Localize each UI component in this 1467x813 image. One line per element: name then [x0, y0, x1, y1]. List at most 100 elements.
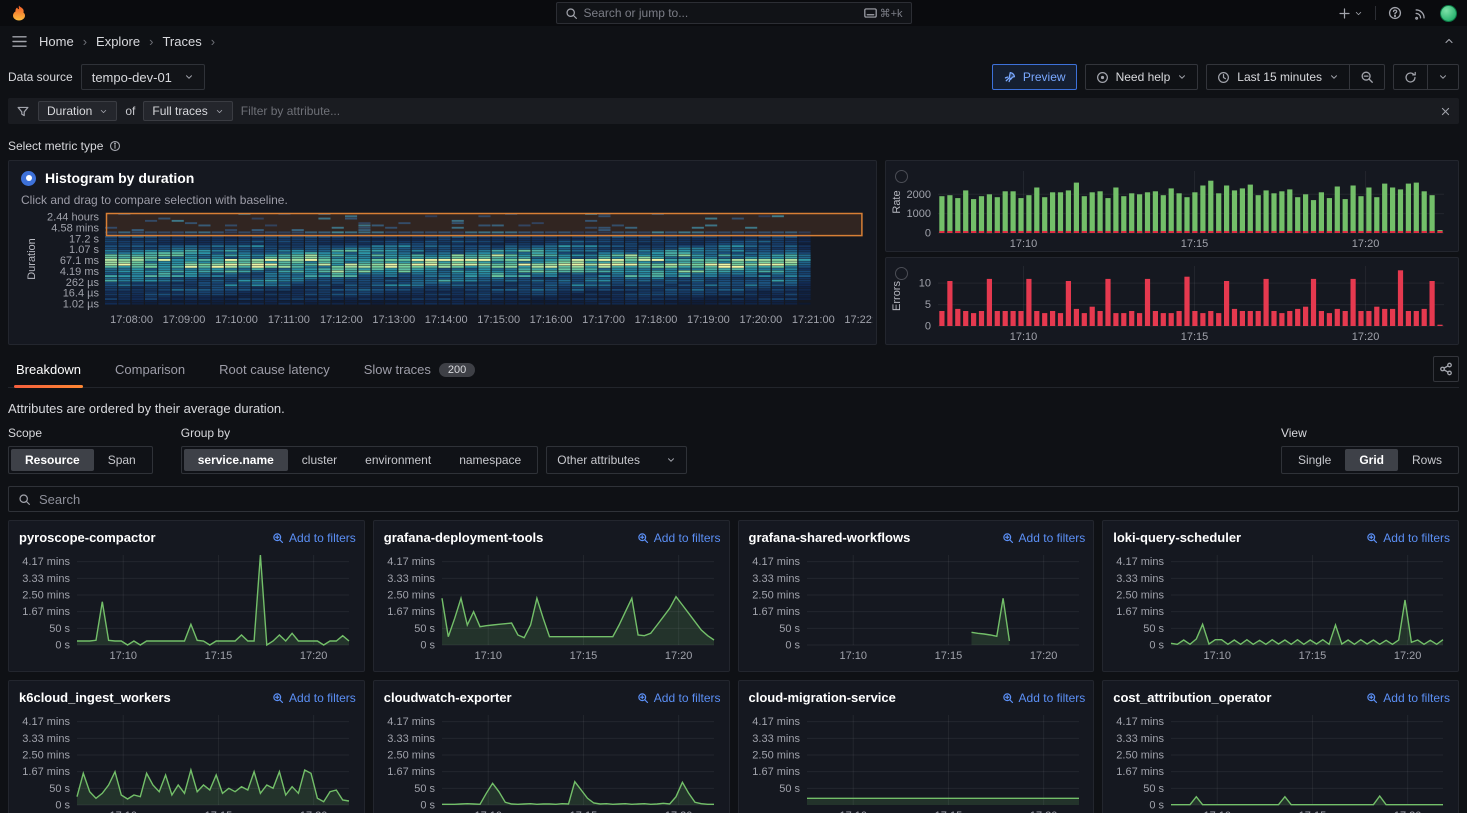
news-icon[interactable]: [1414, 6, 1428, 20]
scope-resource[interactable]: Resource: [11, 449, 94, 471]
add-to-filters-link[interactable]: Add to filters: [1366, 531, 1450, 545]
global-search-input[interactable]: [584, 6, 858, 20]
svg-text:3.33 mins: 3.33 mins: [22, 733, 70, 745]
services-grid: pyroscope-compactor Add to filters 17:10…: [8, 520, 1459, 813]
service-card: grafana-shared-workflows Add to filters …: [738, 520, 1095, 672]
share-button[interactable]: [1433, 356, 1459, 382]
tab-comparison[interactable]: Comparison: [113, 354, 187, 387]
tab-breakdown[interactable]: Breakdown: [14, 354, 83, 387]
scope-span[interactable]: Span: [94, 449, 150, 471]
service-name: cost_attribution_operator: [1113, 690, 1271, 705]
search-icon: [18, 493, 31, 506]
svg-text:17:20: 17:20: [300, 650, 328, 662]
chevron-right-icon: ›: [149, 34, 153, 49]
zoom-out-button[interactable]: [1350, 64, 1385, 90]
svg-text:17:10: 17:10: [474, 650, 502, 662]
add-to-filters-link[interactable]: Add to filters: [1366, 691, 1450, 705]
breadcrumb-traces[interactable]: Traces: [162, 34, 201, 49]
add-button[interactable]: [1338, 7, 1363, 20]
svg-text:17:10:00: 17:10:00: [215, 314, 258, 326]
datasource-select[interactable]: tempo-dev-01: [81, 64, 205, 90]
tab-slow-traces[interactable]: Slow traces200: [362, 354, 478, 387]
refresh-button[interactable]: [1393, 64, 1428, 90]
duration-select[interactable]: Duration: [38, 101, 117, 121]
preview-button[interactable]: Preview: [992, 64, 1077, 90]
other-attributes-select[interactable]: Other attributes: [546, 446, 687, 474]
svg-text:2.50 mins: 2.50 mins: [22, 750, 70, 762]
add-to-filters-link[interactable]: Add to filters: [272, 691, 356, 705]
svg-text:50 s: 50 s: [414, 783, 435, 795]
svg-text:2.50 mins: 2.50 mins: [387, 750, 435, 762]
svg-text:2.50 mins: 2.50 mins: [752, 590, 800, 602]
help-icon[interactable]: [1388, 6, 1402, 20]
top-nav: ⌘+k: [0, 0, 1467, 26]
close-icon[interactable]: [1440, 106, 1451, 117]
breakdown-search[interactable]: [8, 486, 1459, 512]
errors-radio[interactable]: [895, 267, 908, 280]
histogram-panel: Histogram by duration Click and drag to …: [8, 160, 877, 345]
add-to-filters-link[interactable]: Add to filters: [1002, 691, 1086, 705]
filter-bar: Duration of Full traces: [8, 98, 1459, 124]
breakdown-search-input[interactable]: [39, 492, 1449, 507]
svg-text:Rate: Rate: [891, 190, 903, 213]
info-icon[interactable]: [109, 140, 121, 152]
datasource-label: Data source: [8, 70, 73, 84]
full-traces-select[interactable]: Full traces: [143, 101, 232, 121]
svg-text:1.67 mins: 1.67 mins: [22, 606, 70, 618]
chevron-right-icon: ›: [83, 34, 87, 49]
svg-text:50 s: 50 s: [49, 623, 70, 635]
add-to-filters-link[interactable]: Add to filters: [637, 531, 721, 545]
user-avatar[interactable]: [1440, 5, 1457, 22]
service-card: cloudwatch-exporter Add to filters 17:10…: [373, 680, 730, 813]
collapse-chevron-up-icon[interactable]: [1443, 35, 1455, 47]
need-help-button[interactable]: Need help: [1085, 64, 1199, 90]
svg-text:3.33 mins: 3.33 mins: [1117, 573, 1165, 585]
add-to-filters-link[interactable]: Add to filters: [637, 691, 721, 705]
groupby-environment[interactable]: environment: [351, 449, 445, 471]
svg-text:0 s: 0 s: [1150, 640, 1165, 652]
duration-heatmap[interactable]: 2.44 hours4.58 mins17.2 s1.07 s67.1 ms4.…: [21, 211, 873, 329]
refresh-interval-dropdown[interactable]: [1428, 64, 1459, 90]
add-to-filters-link[interactable]: Add to filters: [1002, 531, 1086, 545]
service-card: cost_attribution_operator Add to filters…: [1102, 680, 1459, 813]
svg-text:17:08:00: 17:08:00: [110, 314, 153, 326]
svg-text:Errors: Errors: [891, 281, 903, 311]
add-to-filters-link[interactable]: Add to filters: [272, 531, 356, 545]
tab-root-cause-latency[interactable]: Root cause latency: [217, 354, 332, 387]
filter-attribute-input[interactable]: [241, 104, 1432, 118]
svg-text:3.33 mins: 3.33 mins: [752, 733, 800, 745]
view-single[interactable]: Single: [1284, 449, 1345, 471]
view-rows[interactable]: Rows: [1398, 449, 1456, 471]
service-name: loki-query-scheduler: [1113, 530, 1241, 545]
menu-icon[interactable]: [12, 35, 27, 48]
breadcrumb-home[interactable]: Home: [39, 34, 74, 49]
groupby-segmented: service.name cluster environment namespa…: [181, 446, 539, 474]
service-duration-chart: 17:1017:1517:204.17 mins3.33 mins2.50 mi…: [19, 709, 355, 813]
histogram-radio[interactable]: [21, 171, 36, 186]
svg-text:Duration: Duration: [26, 238, 38, 280]
svg-text:4.17 mins: 4.17 mins: [752, 716, 800, 728]
groupby-namespace[interactable]: namespace: [445, 449, 535, 471]
svg-text:1.67 mins: 1.67 mins: [752, 766, 800, 778]
view-grid[interactable]: Grid: [1345, 449, 1398, 471]
svg-text:4.17 mins: 4.17 mins: [387, 556, 435, 568]
svg-text:1.67 mins: 1.67 mins: [387, 606, 435, 618]
svg-text:0: 0: [925, 321, 931, 333]
svg-text:17:17:00: 17:17:00: [582, 314, 625, 326]
tabs-bar: Breakdown Comparison Root cause latency …: [8, 354, 1459, 388]
groupby-service-name[interactable]: service.name: [184, 449, 288, 471]
breadcrumb-row: Home › Explore › Traces ›: [0, 26, 1467, 56]
global-search[interactable]: ⌘+k: [556, 2, 912, 24]
rate-radio[interactable]: [895, 170, 908, 183]
service-name: cloudwatch-exporter: [384, 690, 512, 705]
svg-text:2.50 mins: 2.50 mins: [752, 750, 800, 762]
svg-text:50 s: 50 s: [1143, 623, 1164, 635]
service-name: grafana-deployment-tools: [384, 530, 544, 545]
time-range-picker[interactable]: Last 15 minutes: [1206, 64, 1350, 90]
groupby-cluster[interactable]: cluster: [288, 449, 351, 471]
breadcrumb-explore[interactable]: Explore: [96, 34, 140, 49]
svg-text:17:10: 17:10: [109, 650, 137, 662]
svg-text:2.50 mins: 2.50 mins: [22, 590, 70, 602]
grafana-logo[interactable]: [10, 4, 28, 22]
svg-text:0 s: 0 s: [420, 640, 435, 652]
